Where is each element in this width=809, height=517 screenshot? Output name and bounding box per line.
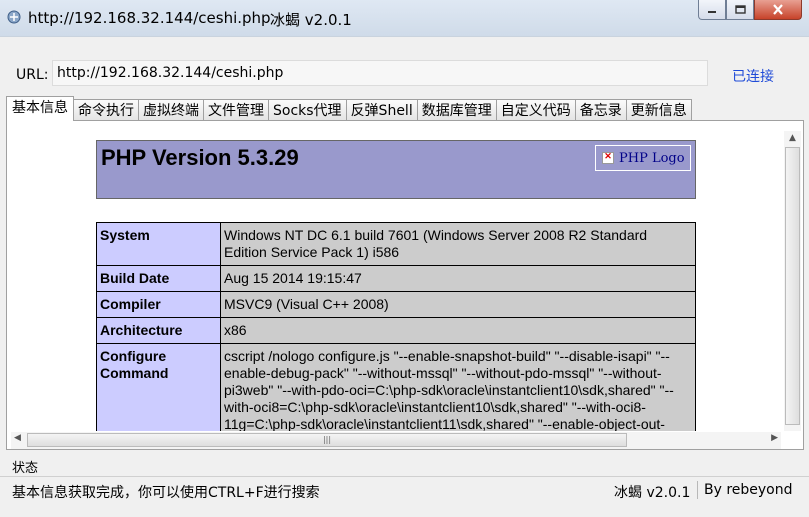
window-title-url: http://192.168.32.144/ceshi.php bbox=[28, 9, 271, 27]
tab-update-info[interactable]: 更新信息 bbox=[625, 99, 692, 121]
url-label: URL: bbox=[16, 67, 49, 83]
table-row: Build Date Aug 15 2014 19:15:47 bbox=[96, 265, 696, 292]
horizontal-scroll-thumb[interactable]: ||| bbox=[27, 433, 627, 447]
status-label: 状态 bbox=[12, 461, 39, 476]
table-row: System Windows NT DC 6.1 build 7601 (Win… bbox=[96, 222, 696, 266]
tab-bar: 基本信息 命令执行 虚拟终端 文件管理 Socks代理 反弹Shell 数据库管… bbox=[6, 96, 692, 121]
broken-image-icon: ✕ bbox=[602, 152, 614, 164]
tab-custom-code[interactable]: 自定义代码 bbox=[495, 99, 576, 121]
scorpion-app-icon bbox=[7, 10, 21, 24]
row-key: Architecture bbox=[96, 317, 221, 344]
status-version: 冰蝎 v2.0.1 bbox=[614, 485, 691, 501]
connection-status: 已连接 bbox=[732, 69, 774, 85]
table-row: Compiler MSVC9 (Visual C++ 2008) bbox=[96, 291, 696, 318]
table-row: Architecture x86 bbox=[96, 317, 696, 344]
vertical-scrollbar[interactable]: ▲ bbox=[784, 131, 801, 431]
title-bar: http://192.168.32.144/ceshi.php 冰蝎 v2.0.… bbox=[0, 0, 809, 36]
php-logo-alt-text: PHP Logo bbox=[619, 150, 685, 166]
maximize-button[interactable] bbox=[726, 0, 754, 20]
vertical-scroll-thumb[interactable] bbox=[785, 147, 800, 425]
scroll-up-icon[interactable]: ▲ bbox=[784, 131, 801, 145]
row-key: Build Date bbox=[96, 265, 221, 292]
window-title-app: 冰蝎 v2.0.1 bbox=[270, 11, 352, 29]
row-value: cscript /nologo configure.js "--enable-s… bbox=[220, 343, 696, 431]
status-divider bbox=[0, 476, 809, 477]
maximize-icon bbox=[734, 5, 746, 14]
tab-memo[interactable]: 备忘录 bbox=[574, 99, 627, 121]
close-button[interactable] bbox=[754, 0, 802, 20]
scroll-right-icon[interactable]: ▶ bbox=[771, 433, 778, 443]
close-icon bbox=[773, 4, 783, 15]
window-controls bbox=[698, 0, 802, 20]
row-key: Configure Command bbox=[96, 343, 221, 431]
status-bar: 状态 基本信息获取完成，你可以使用CTRL+F进行搜索 冰蝎 v2.0.1 By… bbox=[0, 451, 809, 517]
minimize-button[interactable] bbox=[698, 0, 726, 20]
tab-socks-proxy[interactable]: Socks代理 bbox=[268, 99, 347, 121]
row-value: Aug 15 2014 19:15:47 bbox=[220, 265, 696, 292]
url-input[interactable] bbox=[52, 60, 708, 86]
tab-command-exec[interactable]: 命令执行 bbox=[73, 99, 139, 121]
row-key: Compiler bbox=[96, 291, 221, 318]
basic-info-panel: PHP Version 5.3.29 ✕ PHP Logo System Win… bbox=[6, 120, 804, 450]
status-message: 基本信息获取完成，你可以使用CTRL+F进行搜索 bbox=[12, 485, 320, 501]
php-logo[interactable]: ✕ PHP Logo bbox=[595, 145, 691, 171]
row-key: System bbox=[96, 222, 221, 266]
status-separator bbox=[697, 481, 698, 499]
status-author: By rebeyond bbox=[704, 482, 793, 498]
tab-basic-info[interactable]: 基本信息 bbox=[6, 96, 74, 121]
row-value: MSVC9 (Visual C++ 2008) bbox=[220, 291, 696, 318]
tab-reverse-shell[interactable]: 反弹Shell bbox=[345, 99, 418, 121]
table-row: Configure Command cscript /nologo config… bbox=[96, 343, 696, 431]
php-info-table: System Windows NT DC 6.1 build 7601 (Win… bbox=[96, 222, 696, 431]
scroll-left-icon[interactable]: ◀ bbox=[14, 433, 21, 443]
row-value: x86 bbox=[220, 317, 696, 344]
row-value: Windows NT DC 6.1 build 7601 (Windows Se… bbox=[220, 222, 696, 266]
php-version-title: PHP Version 5.3.29 bbox=[101, 145, 299, 170]
minimize-icon bbox=[708, 10, 716, 13]
tab-database-manager[interactable]: 数据库管理 bbox=[416, 99, 497, 121]
tab-virtual-terminal[interactable]: 虚拟终端 bbox=[138, 99, 204, 121]
tab-file-manager[interactable]: 文件管理 bbox=[203, 99, 269, 121]
php-version-header: PHP Version 5.3.29 ✕ PHP Logo bbox=[96, 140, 696, 199]
horizontal-scrollbar[interactable]: ◀ ||| ▶ bbox=[11, 432, 781, 449]
url-bar: URL: 已连接 bbox=[0, 36, 809, 97]
phpinfo-view: PHP Version 5.3.29 ✕ PHP Logo System Win… bbox=[7, 121, 782, 431]
